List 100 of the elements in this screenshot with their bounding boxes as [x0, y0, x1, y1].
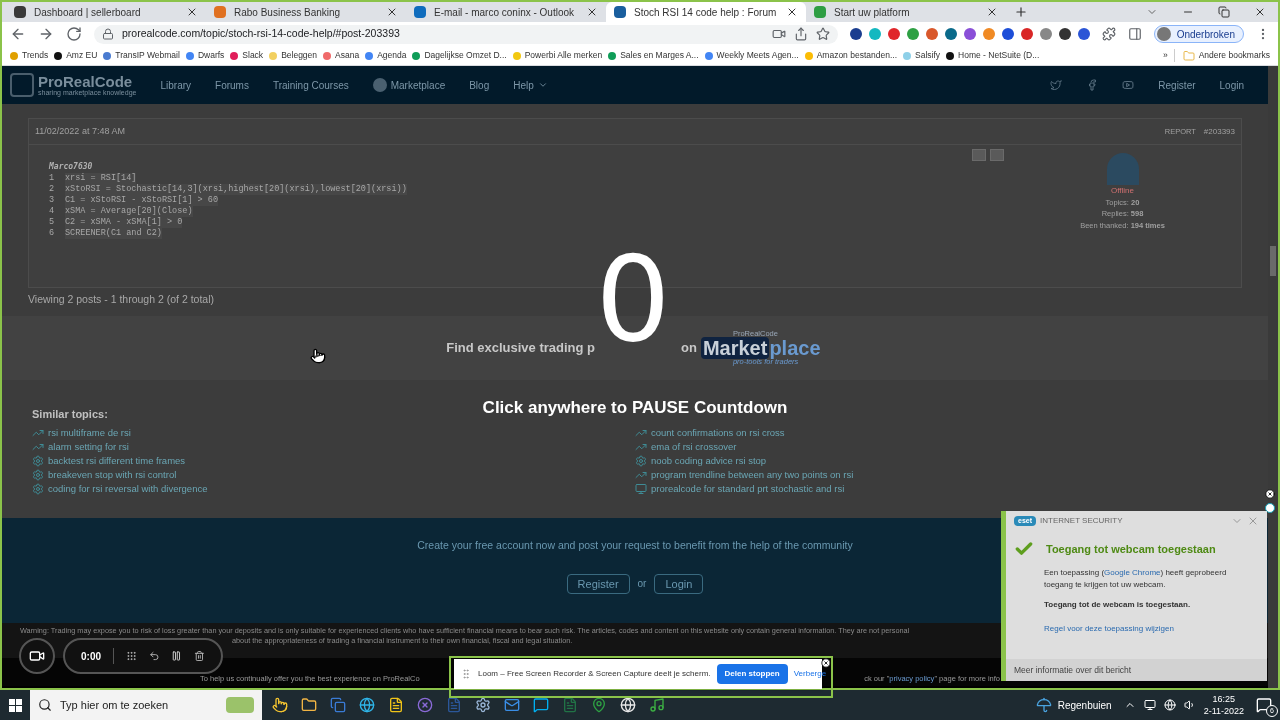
taskbar-app-icon[interactable]	[388, 697, 404, 713]
nav-link[interactable]: Marketplace	[372, 77, 446, 93]
similar-topic-link[interactable]: prorealcode for standard prt stochastic and rsi	[635, 482, 845, 497]
browser-tab[interactable]: Rabo Business Banking	[206, 2, 406, 22]
forward-icon[interactable]	[38, 26, 54, 42]
bookmark-link[interactable]: Dagelijkse Omzet D...	[412, 49, 507, 62]
chrome-link[interactable]: Google Chrome	[1104, 568, 1161, 577]
clock-time[interactable]: 16:25	[1212, 693, 1236, 705]
login-button[interactable]: Login	[654, 573, 704, 594]
weather-icon[interactable]	[1035, 697, 1052, 713]
new-tab-icon[interactable]	[1014, 5, 1028, 19]
bookmark-link[interactable]: Salsify	[903, 49, 941, 62]
nav-link[interactable]: Forums	[215, 77, 249, 93]
close-icon[interactable]	[1254, 6, 1266, 18]
side-panel-icon[interactable]	[1127, 27, 1142, 41]
browser-tab[interactable]: E-mail - marco coninx - Outlook	[406, 2, 606, 22]
scrollbar-thumb[interactable]	[1270, 246, 1276, 276]
nav-link[interactable]: Library	[160, 77, 192, 93]
facebook-icon[interactable]	[1086, 79, 1099, 91]
share-icon[interactable]	[793, 27, 808, 41]
bookmark-link[interactable]: Amz EU	[54, 49, 98, 62]
network-icon[interactable]	[1163, 699, 1176, 711]
extension-icon[interactable]	[1077, 28, 1090, 40]
similar-topic-link[interactable]: rsi multiframe de rsi	[32, 426, 131, 441]
close-icon[interactable]	[1265, 489, 1275, 499]
bookmark-link[interactable]: Slack	[230, 49, 264, 62]
back-icon[interactable]	[10, 26, 26, 42]
bookmark-link[interactable]: Trends	[10, 49, 49, 62]
similar-topic-link[interactable]: noob coding advice rsi stop	[635, 454, 767, 469]
taskbar-app-icon[interactable]	[533, 697, 549, 713]
register-button[interactable]: Register	[566, 573, 630, 594]
login-link[interactable]: Login	[1219, 77, 1244, 93]
address-field[interactable]: prorealcode.com/topic/stoch-rsi-14-code-help/#post-203393	[94, 24, 838, 44]
bookmark-link[interactable]: Amazon bestanden...	[804, 49, 897, 62]
bookmark-link[interactable]: Agenda	[365, 49, 407, 62]
profile-button[interactable]: Onderbroken	[1153, 25, 1244, 43]
bookmark-folder[interactable]: Andere bookmarks	[1173, 49, 1270, 62]
similar-topic-link[interactable]: breakeven stop with rsi control	[32, 468, 177, 483]
countdown-hint[interactable]: Click anywhere to PAUSE Countdown	[482, 395, 788, 421]
extension-icon[interactable]	[944, 28, 957, 40]
nav-menu[interactable]: Help	[513, 77, 548, 93]
clock-date[interactable]: 2-11-2022	[1203, 705, 1244, 717]
restore-icon[interactable]	[1218, 6, 1230, 18]
drag-handle-icon[interactable]	[460, 668, 472, 680]
taskbar-app-icon[interactable]	[591, 697, 607, 713]
extension-icon[interactable]	[1058, 28, 1071, 40]
bookmark-link[interactable]: Home - NetSuite (D...	[946, 49, 1040, 62]
similar-topic-link[interactable]: coding for rsi reversal with divergence	[32, 482, 208, 497]
extension-icon[interactable]	[1001, 28, 1014, 40]
taskbar-app-icon[interactable]	[272, 697, 288, 713]
taskbar-app-icon[interactable]	[475, 697, 491, 713]
bookmark-link[interactable]: Powerbi Alle merken	[512, 49, 603, 62]
close-icon[interactable]	[186, 6, 198, 18]
drawing-tools-icon[interactable]	[125, 650, 137, 662]
close-icon[interactable]	[986, 6, 998, 18]
similar-topic-link[interactable]: count confirmations on rsi cross	[635, 426, 785, 441]
close-icon[interactable]	[786, 6, 798, 18]
rule-link[interactable]: Regel voor deze toepassing wijzigen	[1044, 623, 1174, 635]
bookmark-link[interactable]: Sales en Marges A...	[608, 49, 699, 62]
taskbar-app-icon[interactable]	[562, 697, 578, 713]
register-link[interactable]: Register	[1158, 77, 1196, 93]
taskbar-app-icon[interactable]	[446, 697, 462, 713]
tray-icon[interactable]	[1143, 699, 1156, 711]
bookmark-star-icon[interactable]	[815, 27, 830, 41]
close-icon[interactable]	[821, 658, 831, 668]
browser-tab[interactable]: Start uw platform	[806, 2, 1006, 22]
taskbar-app-icon[interactable]	[504, 697, 520, 713]
extension-icon[interactable]	[849, 28, 862, 40]
close-icon[interactable]	[386, 6, 398, 18]
taskbar-app-icon[interactable]	[301, 697, 317, 713]
weather-text[interactable]: Regenbuien	[1057, 697, 1112, 713]
taskbar-app-icon[interactable]	[649, 697, 665, 713]
taskbar-app-icon[interactable]	[359, 697, 375, 713]
bookmark-link[interactable]: Weekly Meets Agen...	[704, 49, 799, 62]
stop-sharing-button[interactable]: Delen stoppen	[716, 664, 788, 684]
similar-topic-link[interactable]: ema of rsi crossover	[635, 440, 737, 455]
camera-icon[interactable]	[771, 27, 786, 41]
taskbar-search-field[interactable]: Typ hier om te zoeken	[30, 690, 262, 720]
bookmark-link[interactable]: Beleggen	[269, 49, 318, 62]
volume-icon[interactable]	[1183, 699, 1196, 711]
youtube-icon[interactable]	[1122, 79, 1135, 91]
bookmark-link[interactable]: Asana	[323, 49, 360, 62]
browser-tab[interactable]: Dashboard | sellerboard	[6, 2, 206, 22]
close-icon[interactable]	[586, 6, 598, 18]
similar-topic-link[interactable]: alarm setting for rsi	[32, 440, 129, 455]
browser-tab[interactable]: Stoch RSI 14 code help : Forum	[606, 2, 806, 22]
reload-icon[interactable]	[66, 26, 82, 42]
similar-topic-link[interactable]: program trendline between any two points on rsi	[635, 468, 854, 483]
pause-icon[interactable]	[171, 650, 183, 662]
similar-topic-link[interactable]: backtest rsi different time frames	[32, 454, 186, 469]
extensions-icon[interactable]	[1101, 27, 1116, 41]
twitter-icon[interactable]	[1050, 79, 1063, 91]
more-bookmarks-button[interactable]: »	[1162, 49, 1168, 62]
delete-icon[interactable]	[194, 650, 205, 662]
more-info-link[interactable]: Meer informatie over dit bericht	[1006, 659, 1267, 681]
restart-icon[interactable]	[148, 650, 160, 662]
bookmark-link[interactable]: TransIP Webmail	[103, 49, 180, 62]
bookmark-link[interactable]: Dwarfs	[185, 49, 225, 62]
nav-link[interactable]: Blog	[469, 77, 490, 93]
nav-link[interactable]: Training Courses	[272, 77, 349, 93]
